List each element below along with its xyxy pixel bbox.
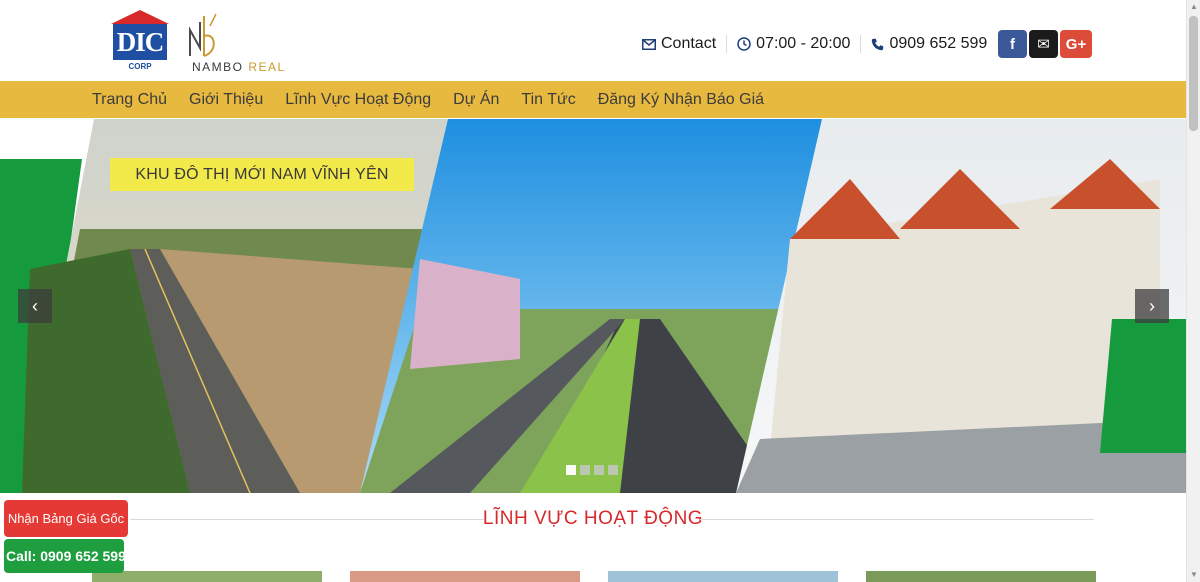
nav-item-projects[interactable]: Dự Án: [453, 91, 499, 109]
slider-dot[interactable]: [580, 465, 590, 475]
slide-caption: KHU ĐÔ THỊ MỚI NAM VĨNH YÊN: [110, 158, 414, 191]
call-button[interactable]: Call: 0909 652 599: [4, 539, 126, 573]
scroll-up-icon[interactable]: ▲: [1187, 0, 1200, 14]
divider: [860, 35, 862, 53]
phone-icon: [872, 38, 884, 50]
contact-link[interactable]: Contact: [642, 32, 716, 56]
field-card-image[interactable]: [350, 571, 580, 582]
facebook-icon[interactable]: f: [998, 30, 1027, 58]
nambo-real-logo[interactable]: NAMBO REAL: [186, 12, 311, 74]
dic-corp-logo[interactable]: DIC CORP: [111, 10, 169, 72]
logo-nambo-word: NAMBO: [192, 60, 244, 74]
hero-slider[interactable]: KHU ĐÔ THỊ MỚI NAM VĨNH YÊN ‹ ›: [0, 119, 1186, 493]
heading-rule-right: [700, 519, 1094, 520]
field-card-image[interactable]: [866, 571, 1096, 582]
logo-roof-shape: [111, 10, 169, 24]
main-nav: Trang Chủ Giới Thiệu Lĩnh Vực Hoạt Động …: [0, 81, 1186, 118]
slider-dot[interactable]: [594, 465, 604, 475]
contact-bar: Contact 07:00 - 20:00 0909 652 599: [642, 32, 987, 56]
slider-prev-button[interactable]: ‹: [18, 289, 52, 323]
social-links: f ✉ G+: [998, 30, 1092, 58]
envelope-icon: [642, 38, 656, 50]
clock-icon: [737, 37, 751, 51]
opening-hours: 07:00 - 20:00: [737, 32, 850, 56]
section-heading: LĨNH VỰC HOẠT ĐỘNG: [0, 504, 1186, 534]
slider-dot[interactable]: [566, 465, 576, 475]
get-price-button[interactable]: Nhận Bảng Giá Gốc: [4, 500, 128, 537]
logo-corp-text: CORP: [128, 62, 152, 71]
logo-dic-text: DIC: [113, 24, 167, 60]
field-card-image[interactable]: [608, 571, 838, 582]
nambo-mark-icon: [189, 13, 217, 57]
phone-text: 0909 652 599: [889, 35, 988, 52]
google-plus-icon[interactable]: G+: [1060, 30, 1092, 58]
slider-dots: [566, 465, 618, 475]
nav-item-about[interactable]: Giới Thiệu: [189, 91, 263, 109]
divider: [726, 35, 728, 53]
nav-item-news[interactable]: Tin Tức: [521, 91, 575, 109]
scrollbar-thumb[interactable]: [1189, 16, 1198, 131]
slider-next-button[interactable]: ›: [1135, 289, 1169, 323]
site-header: DIC CORP NAMBO REAL Contact 07:00 - 20:0…: [0, 0, 1186, 81]
nav-item-home[interactable]: Trang Chủ: [92, 91, 167, 109]
email-icon[interactable]: ✉: [1029, 30, 1058, 58]
field-card-image[interactable]: [92, 571, 322, 582]
logo-nambo-text: NAMBO REAL: [192, 60, 286, 74]
page-scrollbar[interactable]: ▲ ▼: [1186, 0, 1200, 582]
slider-dot[interactable]: [608, 465, 618, 475]
phone-link[interactable]: 0909 652 599: [871, 32, 987, 56]
scroll-down-icon[interactable]: ▼: [1187, 568, 1200, 582]
nav-item-fields[interactable]: Lĩnh Vực Hoạt Động: [285, 91, 431, 109]
contact-label: Contact: [661, 35, 717, 52]
nav-item-register-quote[interactable]: Đăng Ký Nhận Báo Giá: [598, 91, 764, 109]
field-cards: [0, 571, 1186, 582]
logo-real-word: REAL: [248, 60, 286, 74]
hours-text: 07:00 - 20:00: [756, 35, 851, 52]
